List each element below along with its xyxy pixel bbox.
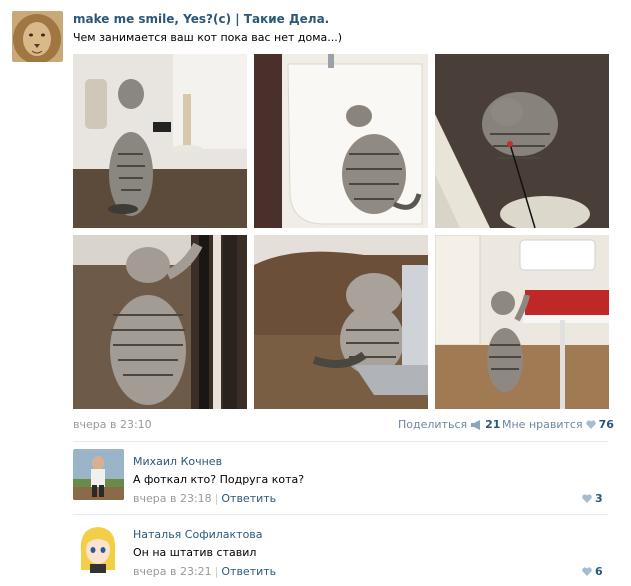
comment-like-button[interactable]: 6	[582, 565, 603, 578]
share-label: Поделиться	[398, 418, 468, 431]
share-button[interactable]: Поделиться 21	[398, 418, 500, 431]
comment-like-count: 6	[595, 565, 603, 578]
cat-photo-3[interactable]	[435, 54, 609, 228]
lion-avatar-icon[interactable]	[12, 11, 63, 62]
comment-like-count: 3	[595, 492, 603, 505]
divider	[73, 514, 608, 515]
share-count: 21	[485, 418, 501, 431]
comment-author-link[interactable]: Наталья Софилактова	[133, 528, 263, 541]
post-author-link[interactable]: make me smile, Yes?(c) | Такие Дела.	[73, 12, 329, 26]
comment-like-button[interactable]: 3	[582, 492, 603, 505]
cat-photo-2[interactable]	[254, 54, 428, 228]
like-count: 76	[598, 418, 614, 431]
like-button[interactable]: Мне нравится 76	[502, 418, 614, 431]
cat-photo-4[interactable]	[73, 235, 247, 409]
comment-text: А фоткал кто? Подруга кота?	[133, 473, 305, 486]
post-date-link[interactable]: вчера в 23:10	[73, 418, 152, 431]
reply-button[interactable]: Ответить	[221, 565, 276, 578]
comment-avatar-2[interactable]	[73, 522, 124, 573]
comment-date-link[interactable]: вчера в 23:21	[133, 565, 212, 578]
comment-date-link[interactable]: вчера в 23:18	[133, 492, 212, 505]
comment-avatar-1[interactable]	[73, 449, 124, 500]
cat-photo-6[interactable]	[435, 235, 609, 409]
like-label: Мне нравится	[502, 418, 583, 431]
heart-icon	[582, 494, 592, 503]
comment-meta: вчера в 23:18 | Ответить	[133, 492, 277, 505]
heart-icon	[585, 420, 596, 429]
heart-icon	[582, 567, 592, 576]
comment-meta: вчера в 23:21 | Ответить	[133, 565, 277, 578]
comment-text: Он на штатив ставил	[133, 546, 257, 559]
comment-author-link[interactable]: Михаил Кочнев	[133, 455, 222, 468]
reply-button[interactable]: Ответить	[221, 492, 276, 505]
cat-photo-1[interactable]	[73, 54, 247, 228]
divider	[73, 441, 608, 442]
cat-photo-5[interactable]	[254, 235, 428, 409]
megaphone-icon	[471, 419, 481, 430]
post-text: Чем занимается ваш кот пока вас нет дома…	[73, 31, 343, 44]
